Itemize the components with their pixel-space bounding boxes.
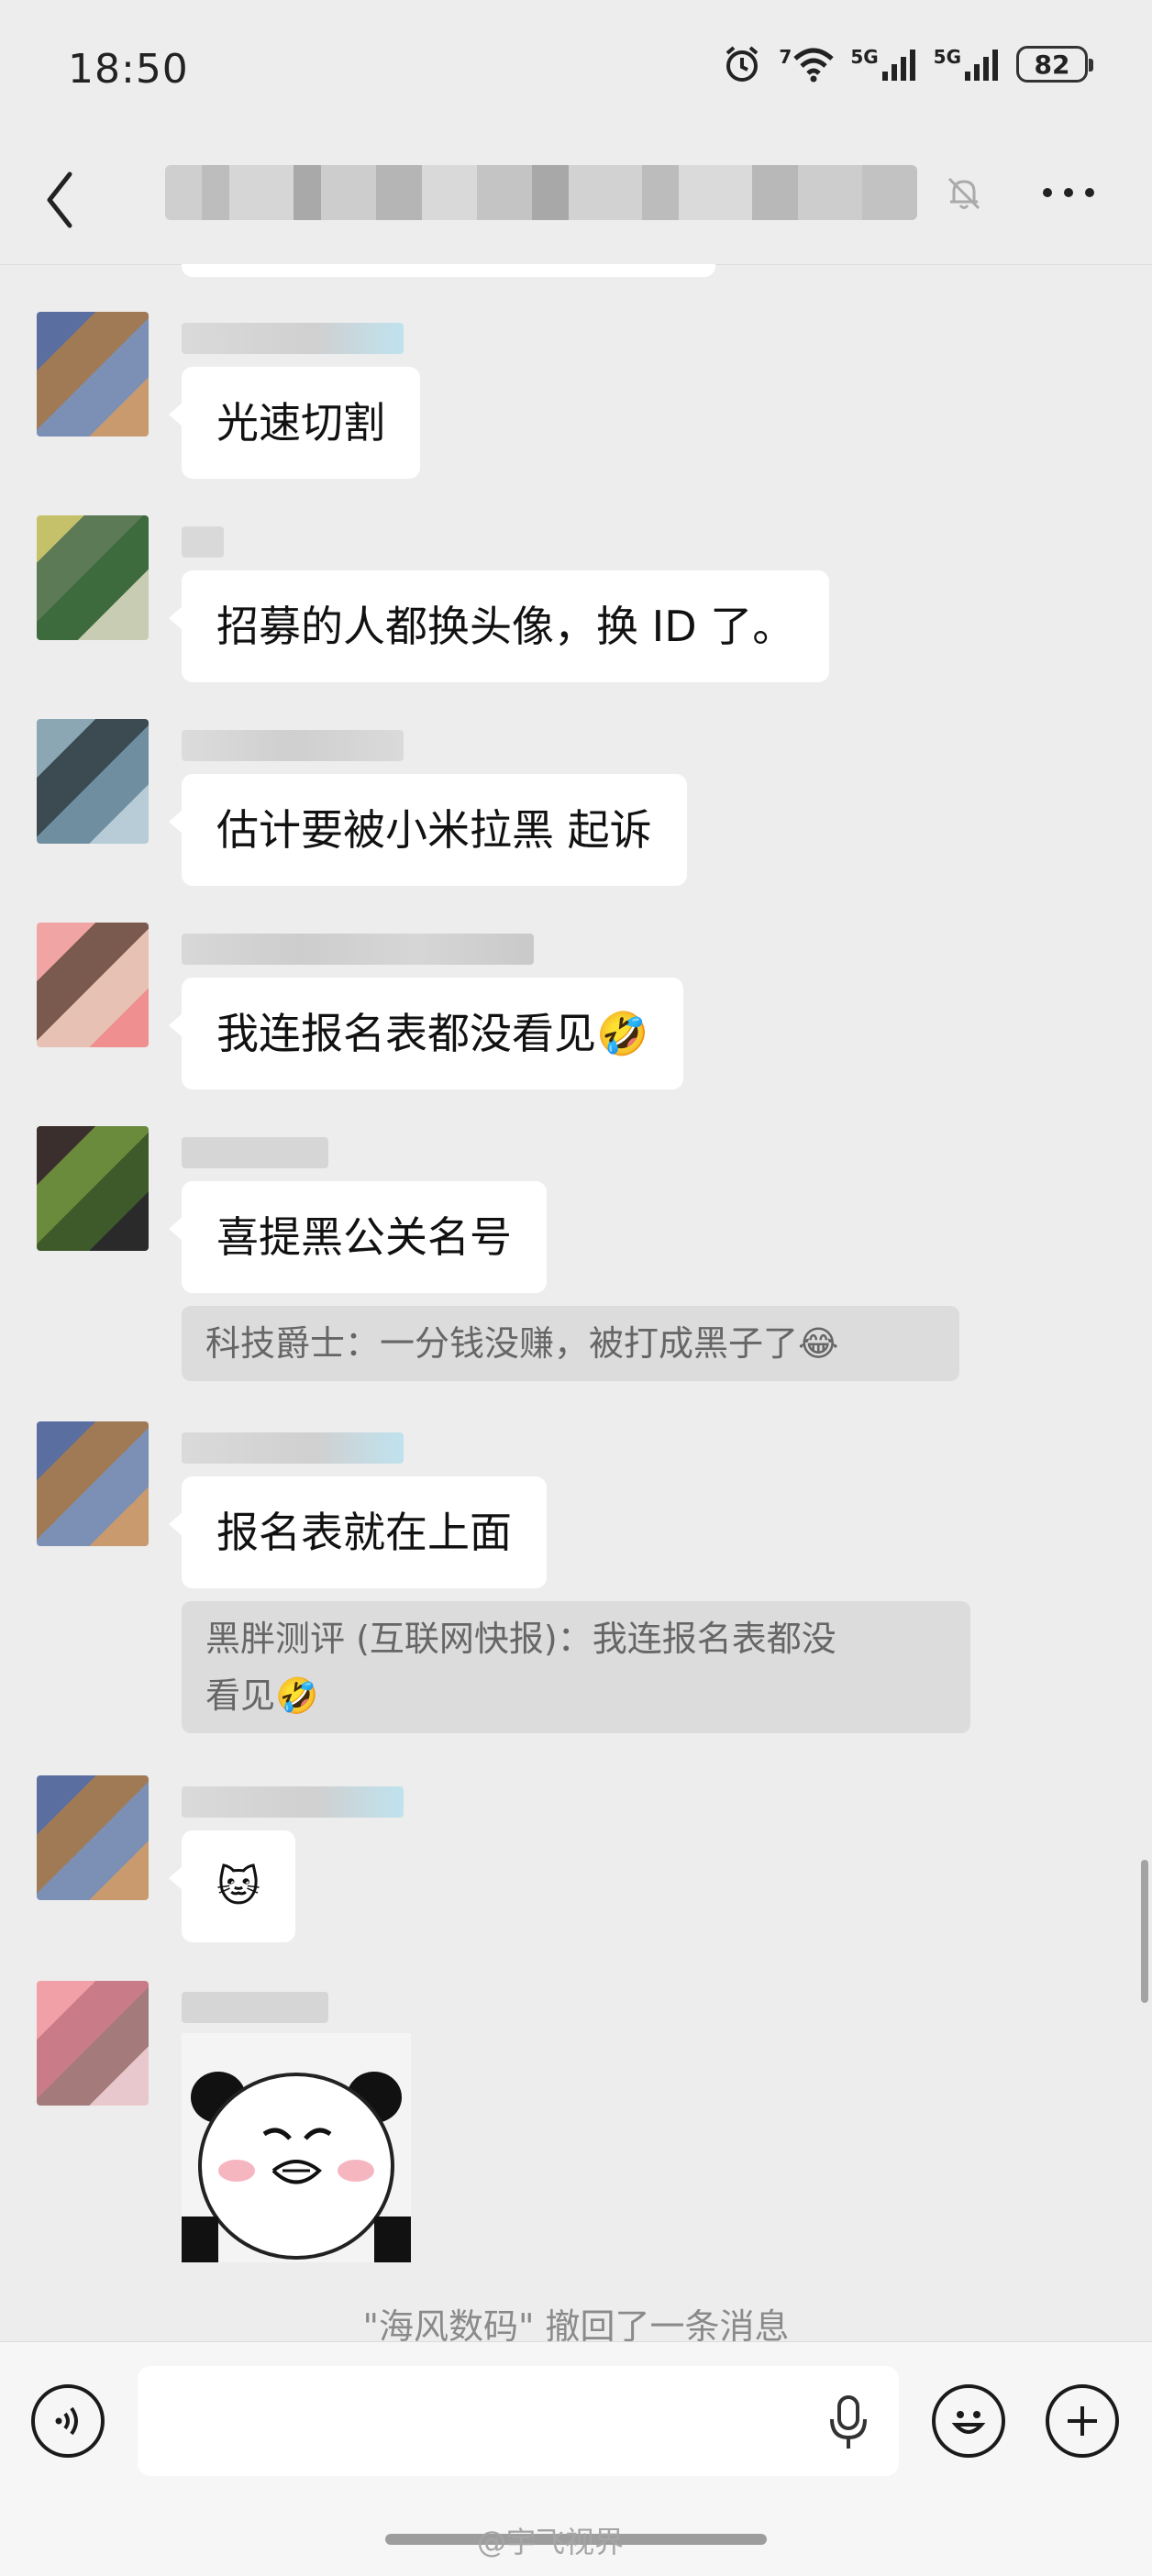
status-bar: 18:50 7 5G 5G 82 — [0, 0, 1152, 138]
avatar[interactable] — [37, 515, 149, 640]
scrollbar[interactable] — [1141, 1860, 1148, 2003]
sender-name-redacted — [182, 1432, 404, 1464]
message-input[interactable] — [138, 2366, 899, 2476]
avatar[interactable] — [37, 719, 149, 844]
panda-face-icon — [182, 2033, 411, 2262]
wifi-icon: 7 — [779, 46, 834, 83]
message-bubble[interactable]: 光速切割 — [169, 367, 420, 479]
message-text: 我连报名表都没看见 — [216, 1009, 596, 1058]
message-text: 招募的人都换头像，换 ID 了。 — [216, 602, 795, 651]
battery-icon: 82 — [1016, 46, 1093, 83]
rolling-laughing-emoji: 🤣 — [275, 1675, 319, 1716]
message-list[interactable]: 光速切割 招募的人都换头像，换 ID 了。 估计要被小米拉黑 起诉 我连报名表都… — [0, 264, 1152, 2341]
watermark: @宇飞视界 — [477, 2525, 625, 2559]
alarm-icon — [722, 44, 762, 84]
rolling-laughing-emoji: 🤣 — [596, 1009, 649, 1058]
input-bar: @宇飞视界 — [0, 2341, 1152, 2576]
voice-icon — [55, 2406, 78, 2436]
sender-name-redacted — [182, 934, 534, 965]
message-bubble[interactable]: 喜提黑公关名号 — [169, 1181, 547, 1293]
message-bubble[interactable]: 估计要被小米拉黑 起诉 — [169, 774, 687, 886]
sender-name-redacted — [182, 730, 404, 761]
quoted-reply[interactable]: 黑胖测评 (互联网快报)：我连报名表都没 看见🤣 — [182, 1601, 970, 1733]
sender-name-redacted — [182, 1786, 404, 1818]
chevron-left-icon — [47, 171, 72, 228]
emoji-button[interactable] — [932, 2384, 1005, 2458]
smiley-icon — [951, 2411, 986, 2434]
avatar[interactable] — [37, 312, 149, 437]
quote-text: 科技爵士：一分钱没赚，被打成黑子了 — [205, 1323, 799, 1364]
cat-face-emoji: 🐱 — [216, 1862, 260, 1911]
message-bubble[interactable]: 🐱 — [169, 1830, 295, 1942]
message-text: 报名表就在上面 — [216, 1508, 512, 1557]
message-text: 喜提黑公关名号 — [216, 1212, 512, 1262]
signal-icon: 5G — [850, 46, 916, 83]
previous-bubble-edge — [182, 264, 715, 277]
status-time: 18:50 — [68, 46, 189, 93]
message-text: 估计要被小米拉黑 起诉 — [216, 805, 652, 855]
avatar[interactable] — [37, 923, 149, 1047]
avatar[interactable] — [37, 1126, 149, 1251]
sender-name-redacted — [182, 1992, 328, 2023]
message-bubble[interactable]: 招募的人都换头像，换 ID 了。 — [168, 570, 830, 682]
message-bubble[interactable]: 报名表就在上面 — [169, 1476, 547, 1588]
voice-button[interactable] — [31, 2384, 105, 2458]
more-dots-icon — [1043, 188, 1094, 197]
chat-title-redacted — [165, 165, 917, 220]
back-button[interactable] — [40, 163, 81, 237]
more-button[interactable] — [1040, 182, 1097, 204]
quote-text-line-2: 看见 — [205, 1675, 276, 1716]
signal-icon: 5G — [934, 46, 1000, 83]
plus-icon — [1068, 2406, 1097, 2436]
tears-of-joy-emoji: 😂 — [798, 1323, 839, 1364]
avatar[interactable] — [37, 1421, 149, 1546]
message-text: 光速切割 — [216, 398, 385, 448]
chat-header — [0, 138, 1152, 265]
quoted-reply[interactable]: 科技爵士：一分钱没赚，被打成黑子了😂 — [182, 1306, 959, 1381]
status-icons: 7 5G 5G 82 — [722, 44, 1093, 84]
mic-icon[interactable] — [825, 2394, 871, 2452]
avatar[interactable] — [37, 1981, 149, 2106]
quote-text-line-1: 黑胖测评 (互联网快报)：我连报名表都没 — [205, 1619, 836, 1659]
sender-name-redacted — [182, 526, 224, 558]
avatar[interactable] — [37, 1775, 149, 1900]
bell-off-icon — [945, 174, 983, 213]
sender-name-redacted — [182, 323, 404, 354]
message-bubble[interactable]: 我连报名表都没看见🤣 — [168, 978, 684, 1089]
recall-notice: "海风数码" 撤回了一条消息 — [362, 2306, 790, 2341]
plus-button[interactable] — [1046, 2384, 1119, 2458]
panda-meme-sticker[interactable] — [182, 2033, 411, 2262]
sender-name-redacted — [182, 1137, 328, 1168]
